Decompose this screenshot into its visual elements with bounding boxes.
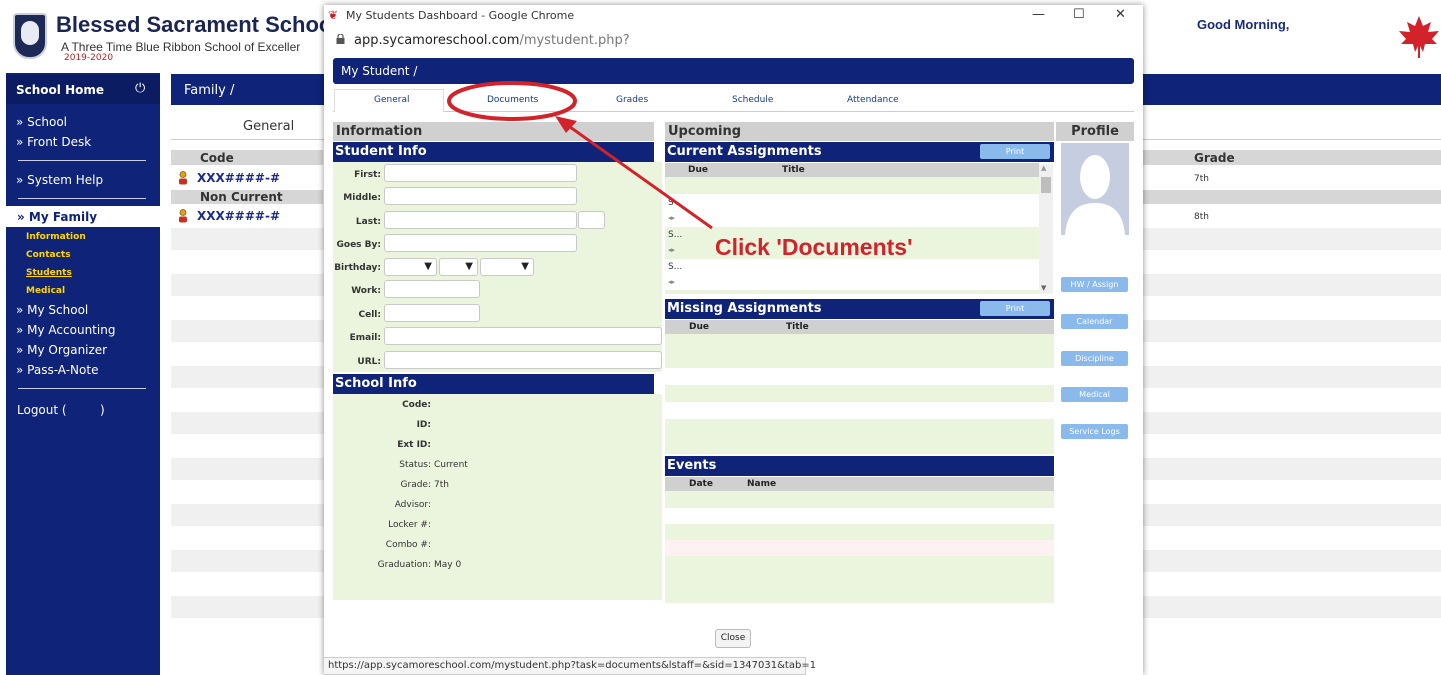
annotation-text: Click 'Documents' [715,234,913,260]
annotation-overlay [447,81,713,230]
annotation-arrow-line [562,120,713,230]
documents-highlight-circle [447,81,577,121]
